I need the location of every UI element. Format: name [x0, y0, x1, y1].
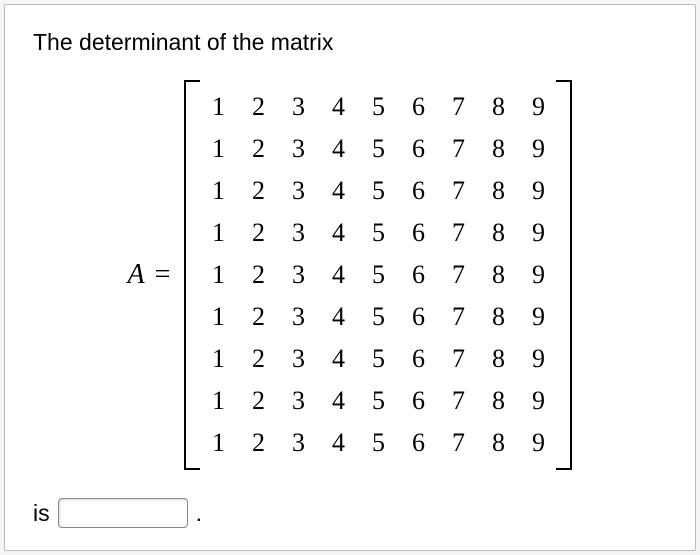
- matrix-cell: 7: [438, 254, 478, 296]
- matrix-cell: 8: [478, 296, 518, 338]
- matrix-cell: 9: [518, 170, 558, 212]
- matrix-cell: 3: [278, 128, 318, 170]
- matrix-cell: 3: [278, 380, 318, 422]
- matrix-cell: 3: [278, 212, 318, 254]
- matrix-cell: 9: [518, 338, 558, 380]
- matrix-cell: 4: [318, 128, 358, 170]
- matrix-cell: 3: [278, 86, 318, 128]
- matrix-cell: 1: [198, 212, 238, 254]
- matrix-cell: 2: [238, 254, 278, 296]
- matrix-cell: 6: [398, 422, 438, 464]
- matrix-cell: 7: [438, 296, 478, 338]
- matrix-cell: 4: [318, 296, 358, 338]
- matrix-cell: 8: [478, 128, 518, 170]
- matrix-cell: 4: [318, 212, 358, 254]
- matrix-cell: 7: [438, 380, 478, 422]
- matrix-cell: 4: [318, 86, 358, 128]
- question-intro: The determinant of the matrix: [33, 29, 667, 56]
- matrix-cell: 7: [438, 86, 478, 128]
- matrix-cell: 1: [198, 422, 238, 464]
- matrix-cell: 9: [518, 296, 558, 338]
- matrix-cell: 4: [318, 338, 358, 380]
- matrix-cell: 4: [318, 254, 358, 296]
- matrix-equation: A = 123456789123456789123456789123456789…: [33, 80, 667, 470]
- matrix-brackets: 1234567891234567891234567891234567891234…: [184, 80, 572, 470]
- matrix-cell: 3: [278, 254, 318, 296]
- matrix-cell: 7: [438, 170, 478, 212]
- matrix-cell: 6: [398, 254, 438, 296]
- matrix-cell: 2: [238, 86, 278, 128]
- matrix-cell: 5: [358, 170, 398, 212]
- matrix-grid: 1234567891234567891234567891234567891234…: [198, 86, 558, 464]
- matrix-cell: 4: [318, 422, 358, 464]
- matrix-cell: 6: [398, 170, 438, 212]
- matrix-cell: 6: [398, 338, 438, 380]
- matrix-cell: 1: [198, 86, 238, 128]
- matrix-cell: 5: [358, 254, 398, 296]
- matrix-cell: 6: [398, 296, 438, 338]
- matrix-cell: 5: [358, 128, 398, 170]
- matrix-cell: 5: [358, 338, 398, 380]
- answer-line: is .: [33, 498, 667, 528]
- matrix-cell: 8: [478, 338, 518, 380]
- matrix-cell: 2: [238, 338, 278, 380]
- matrix-cell: 9: [518, 128, 558, 170]
- matrix-cell: 2: [238, 380, 278, 422]
- matrix-cell: 6: [398, 212, 438, 254]
- matrix-cell: 7: [438, 128, 478, 170]
- matrix-cell: 8: [478, 380, 518, 422]
- matrix-cell: 2: [238, 170, 278, 212]
- matrix-cell: 9: [518, 422, 558, 464]
- matrix-cell: 1: [198, 254, 238, 296]
- matrix-cell: 7: [438, 212, 478, 254]
- matrix-cell: 3: [278, 338, 318, 380]
- matrix-cell: 3: [278, 170, 318, 212]
- matrix-cell: 9: [518, 86, 558, 128]
- matrix-cell: 8: [478, 212, 518, 254]
- matrix-cell: 9: [518, 380, 558, 422]
- matrix-cell: 9: [518, 254, 558, 296]
- matrix-cell: 1: [198, 170, 238, 212]
- matrix-cell: 4: [318, 170, 358, 212]
- is-text: is: [33, 500, 50, 527]
- matrix-cell: 8: [478, 86, 518, 128]
- question-panel: The determinant of the matrix A = 123456…: [4, 4, 696, 551]
- matrix-cell: 6: [398, 86, 438, 128]
- matrix-cell: 5: [358, 422, 398, 464]
- matrix-cell: 5: [358, 86, 398, 128]
- matrix-cell: 3: [278, 296, 318, 338]
- period: .: [196, 500, 202, 527]
- matrix-cell: 5: [358, 380, 398, 422]
- matrix-cell: 1: [198, 128, 238, 170]
- matrix-cell: 5: [358, 212, 398, 254]
- matrix-cell: 7: [438, 338, 478, 380]
- matrix-cell: 4: [318, 380, 358, 422]
- matrix-cell: 2: [238, 296, 278, 338]
- matrix-cell: 1: [198, 296, 238, 338]
- matrix-cell: 8: [478, 422, 518, 464]
- matrix-cell: 8: [478, 254, 518, 296]
- matrix-cell: 5: [358, 296, 398, 338]
- matrix-cell: 2: [238, 212, 278, 254]
- matrix-cell: 6: [398, 380, 438, 422]
- matrix-cell: 3: [278, 422, 318, 464]
- matrix-cell: 2: [238, 128, 278, 170]
- matrix-cell: 2: [238, 422, 278, 464]
- matrix-cell: 8: [478, 170, 518, 212]
- equals-sign: =: [155, 259, 171, 291]
- answer-input[interactable]: [58, 498, 188, 528]
- matrix-cell: 7: [438, 422, 478, 464]
- matrix-cell: 9: [518, 212, 558, 254]
- matrix-cell: 6: [398, 128, 438, 170]
- matrix-cell: 1: [198, 380, 238, 422]
- matrix-cell: 1: [198, 338, 238, 380]
- matrix-variable: A: [128, 259, 145, 291]
